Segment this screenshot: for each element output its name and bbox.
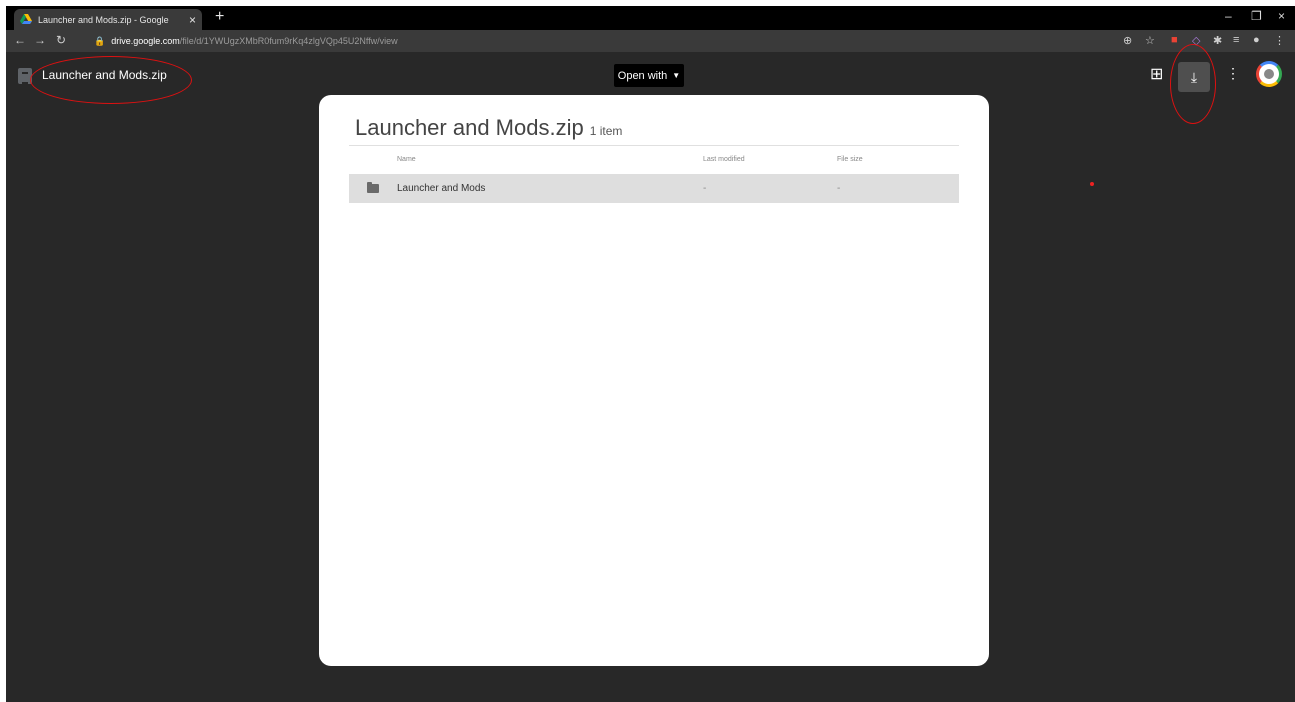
url-path: /file/d/1YWUgzXMbR0fum9rKq4zlgVQp45U2Nff… [179, 36, 398, 46]
zoom-icon[interactable]: ⊕ [1123, 34, 1132, 47]
avatar[interactable] [1256, 61, 1282, 87]
divider [349, 145, 959, 146]
annotation-circle-download [1170, 44, 1216, 124]
card-title-text: Launcher and Mods.zip [355, 115, 584, 140]
profile-icon[interactable]: ● [1253, 34, 1260, 46]
row-size: - [837, 183, 841, 194]
row-name: Launcher and Mods [397, 183, 486, 194]
open-with-button[interactable]: Open with ▼ [614, 64, 684, 87]
new-tab-button[interactable]: + [215, 8, 224, 26]
restore-button[interactable]: ❐ [1251, 9, 1262, 23]
minimize-button[interactable]: – [1225, 9, 1232, 23]
window-close-button[interactable]: × [1278, 9, 1285, 23]
browser-tab[interactable]: Launcher and Mods.zip - Google × [14, 9, 202, 30]
page-title: Launcher and Mods.zip 1 item [355, 115, 622, 141]
open-with-label: Open with [617, 69, 668, 82]
drive-viewer: Launcher and Mods.zip Open with ▼ ⊞ ⤓ ⋮ … [6, 44, 1295, 702]
table-row[interactable]: Launcher and Mods - - [349, 174, 959, 203]
annotation-circle [30, 56, 192, 104]
media-queue-icon[interactable]: ≡ [1233, 34, 1239, 46]
google-drive-icon [20, 14, 32, 24]
annotation-dot [1090, 182, 1094, 186]
bookmark-star-icon[interactable]: ☆ [1145, 34, 1155, 47]
lock-icon: 🔒 [94, 35, 106, 46]
forward-icon[interactable]: → [34, 33, 46, 47]
extensions-puzzle-icon[interactable]: ✱ [1213, 34, 1222, 47]
add-comment-icon[interactable]: ⊞ [1150, 64, 1163, 84]
browser-menu-icon[interactable]: ⋮ [1274, 34, 1285, 47]
folder-icon [367, 182, 379, 193]
browser-toolbar: ← → ↻ 🔒 drive.google.com /file/d/1YWUgzX… [6, 30, 1295, 52]
extension-icon[interactable]: ■ [1171, 34, 1178, 46]
caret-down-icon: ▼ [672, 71, 681, 80]
column-header-name[interactable]: Name [397, 156, 416, 163]
zip-contents-card: Launcher and Mods.zip 1 item Name Last mo… [319, 95, 989, 666]
back-icon[interactable]: ← [14, 33, 26, 47]
column-header-modified[interactable]: Last modified [703, 156, 745, 163]
item-count: 1 item [589, 124, 623, 138]
tab-title: Launcher and Mods.zip - Google [38, 14, 169, 25]
more-options-icon[interactable]: ⋮ [1226, 65, 1240, 82]
browser-titlebar: Launcher and Mods.zip - Google × + – ❐ × [6, 6, 1295, 30]
tab-close-icon[interactable]: × [189, 13, 196, 27]
screen: Launcher and Mods.zip - Google × + – ❐ ×… [0, 0, 1295, 702]
row-modified: - [703, 183, 707, 194]
reload-icon[interactable]: ↻ [56, 33, 66, 47]
address-bar[interactable]: 🔒 drive.google.com /file/d/1YWUgzXMbR0fu… [94, 33, 1154, 49]
url-host: drive.google.com [111, 36, 180, 46]
column-header-size[interactable]: File size [837, 156, 863, 163]
